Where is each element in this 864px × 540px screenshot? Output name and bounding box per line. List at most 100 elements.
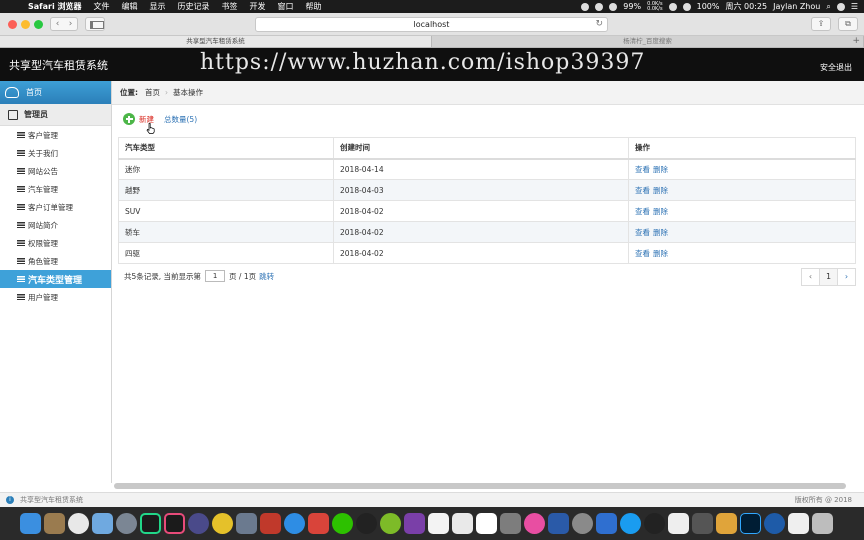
- forward-icon[interactable]: ›: [64, 18, 77, 30]
- mail-icon[interactable]: [308, 513, 329, 534]
- photos-icon[interactable]: [68, 513, 89, 534]
- column-header-type[interactable]: 汽车类型: [118, 137, 334, 160]
- page-number-input[interactable]: 1: [205, 270, 226, 282]
- page-button-current[interactable]: 1: [819, 268, 838, 286]
- teamviewer-icon[interactable]: [620, 513, 641, 534]
- total-count[interactable]: 总数量(5): [164, 114, 197, 125]
- document-icon[interactable]: [668, 513, 689, 534]
- user-name[interactable]: Jaylan Zhou: [773, 2, 820, 11]
- trash-icon[interactable]: [812, 513, 833, 534]
- tab-baidu-search[interactable]: 杨清柠_百度搜索: [432, 36, 864, 47]
- address-bar[interactable]: localhost ↻: [255, 17, 608, 32]
- edge-icon[interactable]: [764, 513, 785, 534]
- menu-bookmarks[interactable]: 书签: [216, 1, 244, 12]
- next-page-button[interactable]: ›: [837, 268, 856, 286]
- sidebar-item-cars[interactable]: 汽车管理: [0, 180, 111, 198]
- qq-icon[interactable]: [644, 513, 665, 534]
- axure-rp-icon[interactable]: [404, 513, 425, 534]
- delete-link[interactable]: 删除: [653, 249, 668, 258]
- siri-icon[interactable]: [836, 2, 845, 11]
- column-header-created[interactable]: 创建时间: [333, 137, 629, 160]
- menu-app[interactable]: Safari 浏览器: [22, 1, 88, 12]
- wifi-icon[interactable]: [682, 2, 691, 11]
- preview-icon[interactable]: [92, 513, 113, 534]
- clock[interactable]: 周六 00:25: [725, 1, 767, 12]
- system-preferences-icon[interactable]: [572, 513, 593, 534]
- intellij-icon[interactable]: [164, 513, 185, 534]
- sidebar-item-announcements[interactable]: 网站公告: [0, 162, 111, 180]
- sidebar-item-site-intro[interactable]: 网站简介: [0, 216, 111, 234]
- close-window-button[interactable]: [8, 20, 17, 29]
- prev-page-button[interactable]: ‹: [801, 268, 820, 286]
- sidebar-item-customers[interactable]: 客户管理: [0, 126, 111, 144]
- sidebar-item-users[interactable]: 用户管理: [0, 288, 111, 306]
- sidebar-group-admin[interactable]: 管理员: [0, 104, 111, 126]
- reminders-icon[interactable]: [452, 513, 473, 534]
- delete-link[interactable]: 删除: [653, 186, 668, 195]
- view-link[interactable]: 查看: [635, 228, 650, 237]
- status-icon[interactable]: [595, 2, 604, 11]
- music-icon[interactable]: [524, 513, 545, 534]
- horizontal-scrollbar[interactable]: [114, 483, 846, 489]
- eclipse-icon[interactable]: [188, 513, 209, 534]
- sidebar-item-about[interactable]: 关于我们: [0, 144, 111, 162]
- sidebar-toggle-icon[interactable]: [85, 17, 105, 31]
- reload-icon[interactable]: ↻: [595, 18, 603, 31]
- delete-link[interactable]: 删除: [653, 165, 668, 174]
- menu-view[interactable]: 显示: [144, 1, 172, 12]
- status-icon[interactable]: [581, 2, 590, 11]
- delete-link[interactable]: 删除: [653, 228, 668, 237]
- menu-window[interactable]: 窗口: [272, 1, 300, 12]
- menu-help[interactable]: 帮助: [300, 1, 328, 12]
- status-icon[interactable]: [609, 2, 618, 11]
- spotlight-icon[interactable]: ⌕: [826, 2, 830, 12]
- keynote-icon[interactable]: [692, 513, 713, 534]
- add-icon[interactable]: [123, 113, 135, 125]
- share-icon[interactable]: ⇪: [811, 17, 831, 31]
- redis-icon[interactable]: [260, 513, 281, 534]
- minimize-window-button[interactable]: [21, 20, 30, 29]
- view-link[interactable]: 查看: [635, 186, 650, 195]
- safari-icon[interactable]: [284, 513, 305, 534]
- breadcrumb-home[interactable]: 首页: [145, 87, 160, 98]
- wechat-icon[interactable]: [332, 513, 353, 534]
- menu-edit[interactable]: 编辑: [116, 1, 144, 12]
- menu-history[interactable]: 历史记录: [172, 1, 216, 12]
- sequel-icon[interactable]: [212, 513, 233, 534]
- database-icon[interactable]: [236, 513, 257, 534]
- menu-file[interactable]: 文件: [88, 1, 116, 12]
- finder-icon[interactable]: [20, 513, 41, 534]
- launchpad-icon[interactable]: [116, 513, 137, 534]
- pycharm-icon[interactable]: [140, 513, 161, 534]
- notebook-app-icon[interactable]: [44, 513, 65, 534]
- photoshop-icon[interactable]: [740, 513, 761, 534]
- qq-icon[interactable]: [356, 513, 377, 534]
- tabs-overview-icon[interactable]: ⧉: [838, 17, 858, 31]
- new-tab-icon[interactable]: +: [852, 36, 860, 47]
- zoom-window-button[interactable]: [34, 20, 43, 29]
- view-link[interactable]: 查看: [635, 165, 650, 174]
- notes-icon[interactable]: [428, 513, 449, 534]
- sidebar-item-orders[interactable]: 客户订单管理: [0, 198, 111, 216]
- delete-link[interactable]: 删除: [653, 207, 668, 216]
- sidebar-item-car-types[interactable]: 汽车类型管理: [0, 270, 111, 288]
- calendar-icon[interactable]: [476, 513, 497, 534]
- logout-link[interactable]: 安全退出: [820, 62, 852, 73]
- downloads-icon[interactable]: [788, 513, 809, 534]
- view-link[interactable]: 查看: [635, 207, 650, 216]
- jump-link[interactable]: 跳转: [259, 271, 274, 282]
- baidu-netdisk-icon[interactable]: [596, 513, 617, 534]
- sublime-icon[interactable]: [716, 513, 737, 534]
- activity-icon[interactable]: [500, 513, 521, 534]
- sidebar-item-roles[interactable]: 角色管理: [0, 252, 111, 270]
- word-icon[interactable]: [548, 513, 569, 534]
- app-icon[interactable]: [380, 513, 401, 534]
- view-link[interactable]: 查看: [635, 249, 650, 258]
- back-icon[interactable]: ‹: [51, 18, 64, 30]
- sidebar-item-permissions[interactable]: 权限管理: [0, 234, 111, 252]
- tab-car-rental[interactable]: 共享型汽车租赁系统: [0, 36, 432, 47]
- notification-center-icon[interactable]: ☰: [851, 2, 858, 11]
- menu-develop[interactable]: 开发: [244, 1, 272, 12]
- bluetooth-icon[interactable]: [668, 2, 677, 11]
- sidebar-home[interactable]: 首页: [0, 81, 111, 104]
